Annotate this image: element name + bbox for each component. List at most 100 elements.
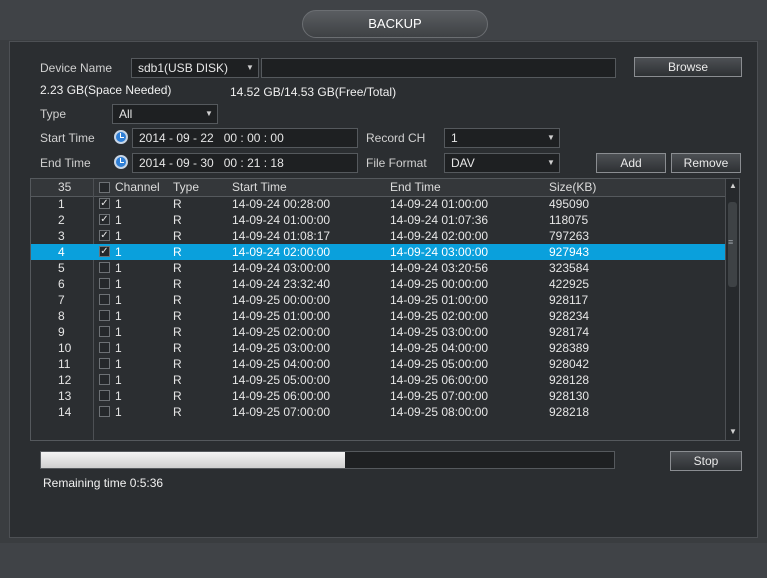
row-checkbox[interactable] <box>99 310 110 321</box>
table-row[interactable]: 11 1 R 14-09-25 04:00:00 14-09-25 05:00:00 92… <box>31 356 727 372</box>
table-scrollbar[interactable]: ▲ ≡ ▼ <box>725 179 739 440</box>
row-checkbox[interactable] <box>99 294 110 305</box>
row-checkbox[interactable] <box>99 262 110 273</box>
row-number: 12 <box>58 373 72 387</box>
row-checkbox[interactable] <box>99 326 110 337</box>
clock-icon[interactable] <box>114 155 128 169</box>
table-row[interactable]: 13 1 R 14-09-25 06:00:00 14-09-25 07:00:00 92… <box>31 388 727 404</box>
end-time-label: End Time <box>40 156 91 170</box>
select-all-checkbox[interactable] <box>99 182 110 193</box>
file-format-label: File Format <box>366 156 427 170</box>
backup-path-field[interactable] <box>261 58 616 78</box>
row-size: 927943 <box>549 245 590 259</box>
table-row[interactable]: ✓ 4 1 R 14-09-24 02:00:00 14-09-24 03:00:00 92… <box>31 244 727 260</box>
table-row[interactable]: 8 1 R 14-09-25 01:00:00 14-09-25 02:00:00 928… <box>31 308 727 324</box>
table-row[interactable]: 9 1 R 14-09-25 02:00:00 14-09-25 03:00:00 928… <box>31 324 727 340</box>
row-size: 928234 <box>549 309 590 323</box>
scrollbar-thumb[interactable]: ≡ <box>728 202 737 287</box>
table-row[interactable]: 5 1 R 14-09-24 03:00:00 14-09-24 03:20:56 323… <box>31 260 727 276</box>
row-type: R <box>173 373 182 387</box>
row-checkbox[interactable]: ✓ <box>99 214 110 225</box>
row-type: R <box>173 405 182 419</box>
row-start-time: 14-09-24 02:00:00 <box>232 245 331 259</box>
row-start-time: 14-09-24 03:00:00 <box>232 261 331 275</box>
row-number: 5 <box>58 261 65 275</box>
record-ch-dropdown[interactable]: 1 ▼ <box>444 128 560 148</box>
table-row[interactable]: 7 1 R 14-09-25 00:00:00 14-09-25 01:00:00 928… <box>31 292 727 308</box>
row-start-time: 14-09-25 05:00:00 <box>232 373 331 387</box>
row-number: 1 <box>58 197 65 211</box>
row-end-time: 14-09-25 01:00:00 <box>390 293 489 307</box>
row-size: 928042 <box>549 357 590 371</box>
backup-progress-bar <box>40 451 615 469</box>
table-row[interactable]: 12 1 R 14-09-25 05:00:00 14-09-25 06:00:00 92… <box>31 372 727 388</box>
chevron-down-icon: ▼ <box>547 133 555 142</box>
add-button[interactable]: Add <box>596 153 666 173</box>
row-checkbox[interactable] <box>99 374 110 385</box>
row-type: R <box>173 213 182 227</box>
row-number: 13 <box>58 389 72 403</box>
row-number: 3 <box>58 229 65 243</box>
scroll-down-arrow-icon[interactable]: ▼ <box>729 427 737 436</box>
row-number: 9 <box>58 325 65 339</box>
row-end-time: 14-09-25 06:00:00 <box>390 373 489 387</box>
row-start-time: 14-09-25 01:00:00 <box>232 309 331 323</box>
row-end-time: 14-09-24 01:07:36 <box>390 213 489 227</box>
browse-button[interactable]: Browse <box>634 57 742 77</box>
stop-button[interactable]: Stop <box>670 451 742 471</box>
type-dropdown[interactable]: All ▼ <box>112 104 218 124</box>
row-end-time: 14-09-25 00:00:00 <box>390 277 489 291</box>
row-start-time: 14-09-24 01:08:17 <box>232 229 331 243</box>
device-name-dropdown[interactable]: sdb1(USB DISK) ▼ <box>131 58 259 78</box>
grip-icon: ≡ <box>728 237 734 247</box>
row-end-time: 14-09-25 04:00:00 <box>390 341 489 355</box>
row-type: R <box>173 357 182 371</box>
row-channel: 1 <box>115 293 122 307</box>
type-label: Type <box>40 107 67 121</box>
row-start-time: 14-09-25 06:00:00 <box>232 389 331 403</box>
row-channel: 1 <box>115 357 122 371</box>
col-start-time: Start Time <box>232 180 287 194</box>
row-end-time: 14-09-25 07:00:00 <box>390 389 489 403</box>
row-checkbox[interactable] <box>99 406 110 417</box>
col-channel: Channel <box>115 180 160 194</box>
row-checkbox[interactable] <box>99 358 110 369</box>
row-end-time: 14-09-24 03:00:00 <box>390 245 489 259</box>
table-row[interactable]: ✓ 3 1 R 14-09-24 01:08:17 14-09-24 02:00:00 79… <box>31 228 727 244</box>
file-list-table: 35 Channel Type Start Time End Time Size… <box>30 178 740 441</box>
row-checkbox[interactable] <box>99 342 110 353</box>
table-row[interactable]: 14 1 R 14-09-25 07:00:00 14-09-25 08:00:00 92… <box>31 404 727 420</box>
file-format-dropdown[interactable]: DAV ▼ <box>444 153 560 173</box>
bottom-bar <box>0 543 767 578</box>
table-row[interactable]: 10 1 R 14-09-25 03:00:00 14-09-25 04:00:00 92… <box>31 340 727 356</box>
row-checkbox[interactable] <box>99 278 110 289</box>
row-checkbox[interactable]: ✓ <box>99 198 110 209</box>
clock-icon[interactable] <box>114 130 128 144</box>
row-type: R <box>173 229 182 243</box>
row-channel: 1 <box>115 197 122 211</box>
start-time-field[interactable]: 2014 - 09 - 22 00 : 00 : 00 <box>132 128 358 148</box>
scroll-up-arrow-icon[interactable]: ▲ <box>729 181 737 190</box>
end-time-field[interactable]: 2014 - 09 - 30 00 : 21 : 18 <box>132 153 358 173</box>
row-end-time: 14-09-24 01:00:00 <box>390 197 489 211</box>
row-number: 7 <box>58 293 65 307</box>
row-channel: 1 <box>115 245 122 259</box>
space-needed-text: 2.23 GB(Space Needed) <box>40 83 172 97</box>
row-size: 797263 <box>549 229 590 243</box>
row-number: 8 <box>58 309 65 323</box>
row-checkbox[interactable]: ✓ <box>99 230 110 241</box>
table-row[interactable]: 6 1 R 14-09-24 23:32:40 14-09-25 00:00:00 422… <box>31 276 727 292</box>
col-type: Type <box>173 180 200 194</box>
row-checkbox[interactable] <box>99 390 110 401</box>
row-start-time: 14-09-25 00:00:00 <box>232 293 331 307</box>
row-number: 10 <box>58 341 72 355</box>
row-checkbox[interactable]: ✓ <box>99 246 110 257</box>
record-count: 35 <box>58 180 72 194</box>
row-channel: 1 <box>115 373 122 387</box>
row-channel: 1 <box>115 213 122 227</box>
row-start-time: 14-09-25 07:00:00 <box>232 405 331 419</box>
row-type: R <box>173 261 182 275</box>
table-row[interactable]: ✓ 2 1 R 14-09-24 01:00:00 14-09-24 01:07:36 11… <box>31 212 727 228</box>
remove-button[interactable]: Remove <box>671 153 741 173</box>
table-row[interactable]: ✓ 1 1 R 14-09-24 00:28:00 14-09-24 01:00:00 49… <box>31 196 727 212</box>
